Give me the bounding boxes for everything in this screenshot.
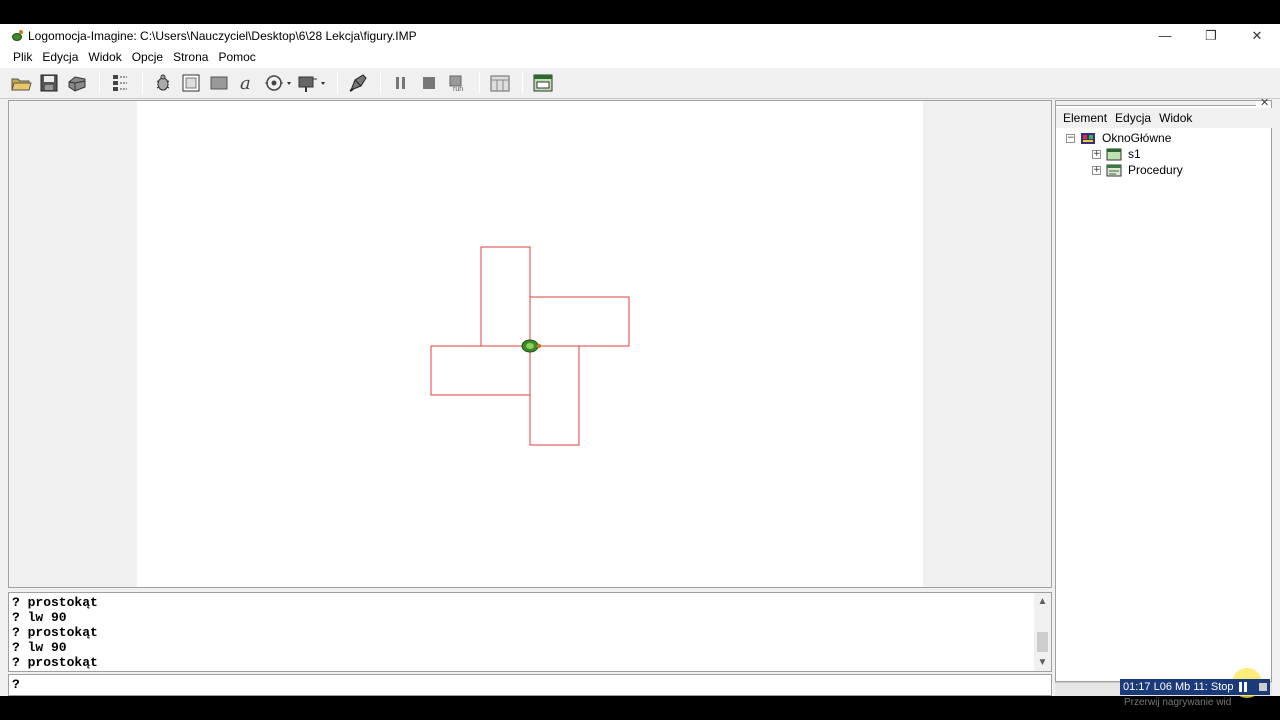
pen-icon [349,74,367,92]
expand-icon[interactable]: + [1092,165,1101,175]
panel-grip[interactable] [1056,100,1256,106]
close-button[interactable]: ✕ [1234,24,1280,47]
panel-menu-widok[interactable]: Widok [1155,111,1196,125]
svg-text:a: a [240,73,251,93]
history-scrollbar[interactable]: ▲ ▼ [1034,593,1051,671]
frame-icon [182,74,200,92]
restore-button[interactable]: ❐ [1188,24,1234,47]
panel-menu-element[interactable]: Element [1059,111,1111,125]
main-window-icon [1081,132,1095,144]
panel-menu-edycja[interactable]: Edycja [1111,111,1155,125]
turtle-app-icon [10,29,24,43]
media-icon [265,75,291,91]
new-turtle-button[interactable] [150,71,176,95]
rectangle-icon [210,76,228,90]
tree-view-button[interactable] [107,71,133,95]
expand-icon[interactable]: + [1092,149,1101,159]
title-bar[interactable]: Logomocja-Imagine: C:\Users\Nauczyciel\D… [0,24,1280,47]
bottom-black-bar [0,696,1280,720]
toolbar: a run [0,67,1280,99]
history-line: ? lw 90 [12,640,67,655]
workspace [8,100,1052,588]
rectangle-bottom [529,345,580,446]
text-button[interactable]: a [234,71,260,95]
page-view-button[interactable] [530,71,556,95]
recorder-tooltip: Przerwij nagrywanie wid [1124,697,1232,708]
history-line: ? lw 90 [12,610,67,625]
open-button[interactable] [8,71,34,95]
recorder-status-text: 01:17 L06 Mb 11: Stop [1123,681,1234,693]
rectangle-right [529,296,630,347]
tree-item-label: s1 [1128,147,1141,161]
open-icon [11,78,32,91]
app-window: Logomocja-Imagine: C:\Users\Nauczyciel\D… [0,24,1280,696]
media-button[interactable] [262,71,294,95]
pen-button[interactable] [345,71,371,95]
stop-icon [423,77,435,89]
tree-node-procedury[interactable]: + Procedury [1056,162,1271,178]
collapse-icon[interactable]: − [1066,133,1075,143]
menu-pomoc[interactable]: Pomoc [213,50,260,64]
pages-icon [490,75,510,92]
page-icon [1106,148,1122,160]
pages-button[interactable] [487,71,513,95]
menu-opcje[interactable]: Opcje [127,50,168,64]
menu-widok[interactable]: Widok [83,50,126,64]
scroll-up-icon[interactable]: ▲ [1034,593,1051,610]
rectangle-top [480,246,531,347]
command-history: ? prostokąt ? lw 90 ? prostokąt ? lw 90 … [8,592,1052,672]
turtle-sprite[interactable] [521,339,542,353]
pause-icon [396,77,405,89]
procedures-icon [1106,164,1122,176]
stop-button[interactable] [416,71,442,95]
save-icon [40,74,58,92]
rectangle-button[interactable] [206,71,232,95]
menu-strona[interactable]: Strona [168,50,213,64]
scroll-down-icon[interactable]: ▼ [1034,654,1051,671]
tree-icon [113,75,127,91]
tree-node-root[interactable]: − OknoGłówne [1056,130,1271,146]
minimize-button[interactable]: — [1142,24,1188,47]
control-icon [298,76,325,92]
command-input[interactable]: ? [8,674,1052,696]
drawing-page[interactable] [137,101,923,587]
svg-text:run: run [453,86,463,93]
frame-button[interactable] [178,71,204,95]
rectangle-left [430,345,531,396]
tree-root-label: OknoGłówne [1102,131,1172,145]
panel-menu: Element Edycja Widok [1056,108,1272,128]
menu-plik[interactable]: Plik [8,50,37,64]
pause-button[interactable] [388,71,414,95]
print-icon [68,76,86,92]
run-icon: run [449,75,463,93]
turtle-canvas [430,246,630,446]
history-line: ? prostokąt [12,595,98,610]
scroll-thumb[interactable] [1037,632,1048,652]
menu-edycja[interactable]: Edycja [37,50,83,64]
recorder-pause-icon[interactable] [1238,682,1248,692]
project-tree: − OknoGłówne + s1 + Procedury [1056,130,1271,178]
menu-bar: Plik Edycja Widok Opcje Strona Pomoc [0,47,1280,67]
command-prompt: ? [12,677,20,692]
save-button[interactable] [36,71,62,95]
project-panel [1055,100,1272,682]
text-icon: a [240,73,251,93]
window-title: Logomocja-Imagine: C:\Users\Nauczyciel\D… [28,28,417,43]
print-button[interactable] [64,71,90,95]
tree-node-s1[interactable]: + s1 [1056,146,1271,162]
turtle-icon [156,74,170,91]
recorder-stop-icon[interactable] [1258,682,1268,692]
run-button[interactable]: run [444,71,470,95]
history-line: ? prostokąt [12,655,98,670]
tree-item-label: Procedury [1128,163,1183,177]
page-view-icon [533,74,553,92]
control-button[interactable] [296,71,328,95]
history-line: ? prostokąt [12,625,98,640]
